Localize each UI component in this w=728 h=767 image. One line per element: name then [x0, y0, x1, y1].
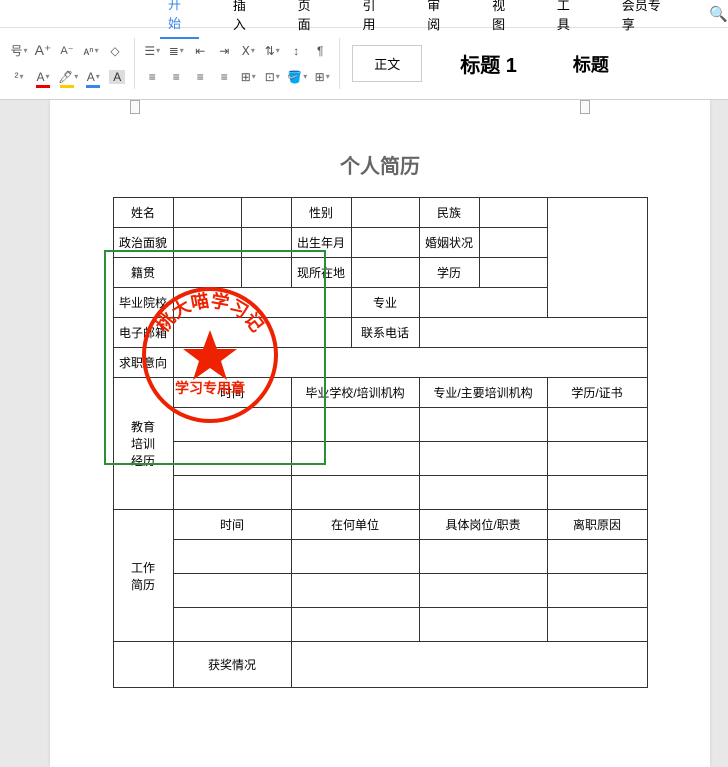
value-name[interactable] [173, 198, 241, 228]
photo-cell[interactable] [547, 198, 647, 318]
search-icon[interactable]: 🔍 [709, 5, 728, 23]
tab-tools[interactable]: 工具 [549, 0, 588, 38]
col-time[interactable]: 时间 [173, 378, 291, 408]
font-color-icon[interactable]: A▾ [34, 68, 52, 86]
ribbon-tabs: 开始 插入 页面 引用 审阅 视图 工具 会员专享 🔍 [0, 0, 728, 28]
toolbar: 号▾ A⁺ A⁻ ᴀⁿ▾ ◇ ²▾ A▾ 🖊▾ A▾ A ☰▾ ≣▾ ⇤ ⇥ Ⅹ… [0, 28, 728, 100]
paragraph-mark-icon[interactable]: ¶ [311, 42, 329, 60]
decrease-font-icon[interactable]: A⁻ [58, 42, 76, 60]
borders-icon[interactable]: ⊞▾ [313, 68, 331, 86]
field-edu[interactable]: 学历 [419, 258, 479, 288]
change-case-icon[interactable]: ᴀⁿ▾ [82, 42, 100, 60]
col-leave[interactable]: 离职原因 [547, 510, 647, 540]
field-political[interactable]: 政治面貌 [113, 228, 173, 258]
align-center-icon[interactable]: ≡ [167, 68, 185, 86]
align-right-icon[interactable]: ≡ [191, 68, 209, 86]
increase-font-icon[interactable]: A⁺ [34, 42, 52, 60]
section-work[interactable]: 工作 简历 [113, 510, 173, 642]
field-native[interactable]: 籍贯 [113, 258, 173, 288]
col-company[interactable]: 在何单位 [291, 510, 419, 540]
distribute-icon[interactable]: ⊞▾ [239, 68, 257, 86]
tab-page[interactable]: 页面 [290, 0, 329, 38]
align-left-icon[interactable]: ≡ [143, 68, 161, 86]
value-gender[interactable] [351, 198, 419, 228]
styles-gallery: 正文 标题 1 标题 [352, 34, 627, 93]
field-intent[interactable]: 求职意向 [113, 348, 173, 378]
col-edu-org[interactable]: 毕业学校/培训机构 [291, 378, 419, 408]
ruler-marker-right[interactable] [580, 100, 590, 114]
shading2-icon[interactable]: 🪣▾ [287, 68, 307, 86]
field-name[interactable]: 姓名 [113, 198, 173, 228]
col-edu-major[interactable]: 专业/主要培训机构 [419, 378, 547, 408]
style-heading2[interactable]: 标题 [555, 43, 627, 85]
number-list-icon[interactable]: ≣▾ [167, 42, 185, 60]
tab-settings-icon[interactable]: ⊡▾ [263, 68, 281, 86]
field-major[interactable]: 专业 [351, 288, 419, 318]
increase-indent-icon[interactable]: ⇥ [215, 42, 233, 60]
field-gender[interactable]: 性别 [291, 198, 351, 228]
field-ethnic[interactable]: 民族 [419, 198, 479, 228]
tab-start[interactable]: 开始 [160, 0, 199, 39]
sort-icon[interactable]: ↕ [287, 42, 305, 60]
text-direction-icon[interactable]: Ⅹ▾ [239, 42, 257, 60]
align-justify-icon[interactable]: ≡ [215, 68, 233, 86]
document-title: 个人简历 [50, 150, 710, 179]
style-normal[interactable]: 正文 [352, 45, 422, 82]
superscript-icon[interactable]: ²▾ [10, 68, 28, 86]
font-size-label[interactable]: 号▾ [10, 42, 28, 60]
font-color2-icon[interactable]: A▾ [84, 68, 102, 86]
field-award[interactable]: 获奖情况 [173, 642, 291, 688]
tab-view[interactable]: 视图 [484, 0, 523, 38]
field-birth[interactable]: 出生年月 [291, 228, 351, 258]
tab-reference[interactable]: 引用 [354, 0, 393, 38]
blank[interactable] [241, 198, 291, 228]
highlight-icon[interactable]: 🖊▾ [58, 68, 78, 86]
line-spacing-icon[interactable]: ⇅▾ [263, 42, 281, 60]
ruler-marker-left[interactable] [130, 100, 140, 114]
field-location[interactable]: 现所在地 [291, 258, 351, 288]
value-ethnic[interactable] [479, 198, 547, 228]
field-email[interactable]: 电子邮箱 [113, 318, 173, 348]
col-cert[interactable]: 学历/证书 [547, 378, 647, 408]
col-time2[interactable]: 时间 [173, 510, 291, 540]
resume-table: 姓名 性别 民族 政治面貌 出生年月 婚姻状况 籍贯 现所在地 [113, 197, 648, 688]
style-heading1[interactable]: 标题 1 [442, 41, 535, 86]
decrease-indent-icon[interactable]: ⇤ [191, 42, 209, 60]
tab-review[interactable]: 审阅 [419, 0, 458, 38]
section-edu[interactable]: 教育 培训 经历 [113, 378, 173, 510]
col-position[interactable]: 具体岗位/职责 [419, 510, 547, 540]
field-marriage[interactable]: 婚姻状况 [419, 228, 479, 258]
clear-format-icon[interactable]: ◇ [106, 42, 124, 60]
field-school[interactable]: 毕业院校 [113, 288, 173, 318]
tab-member[interactable]: 会员专享 [614, 0, 676, 38]
tab-insert[interactable]: 插入 [225, 0, 264, 38]
document-page[interactable]: 个人简历 姓名 性别 民族 政治面貌 出生年月 婚姻状况 籍贯 [50, 100, 710, 767]
field-phone[interactable]: 联系电话 [351, 318, 419, 348]
document-canvas: 个人简历 姓名 性别 民族 政治面貌 出生年月 婚姻状况 籍贯 [0, 100, 728, 767]
bullet-list-icon[interactable]: ☰▾ [143, 42, 161, 60]
shading-icon[interactable]: A [108, 68, 126, 86]
